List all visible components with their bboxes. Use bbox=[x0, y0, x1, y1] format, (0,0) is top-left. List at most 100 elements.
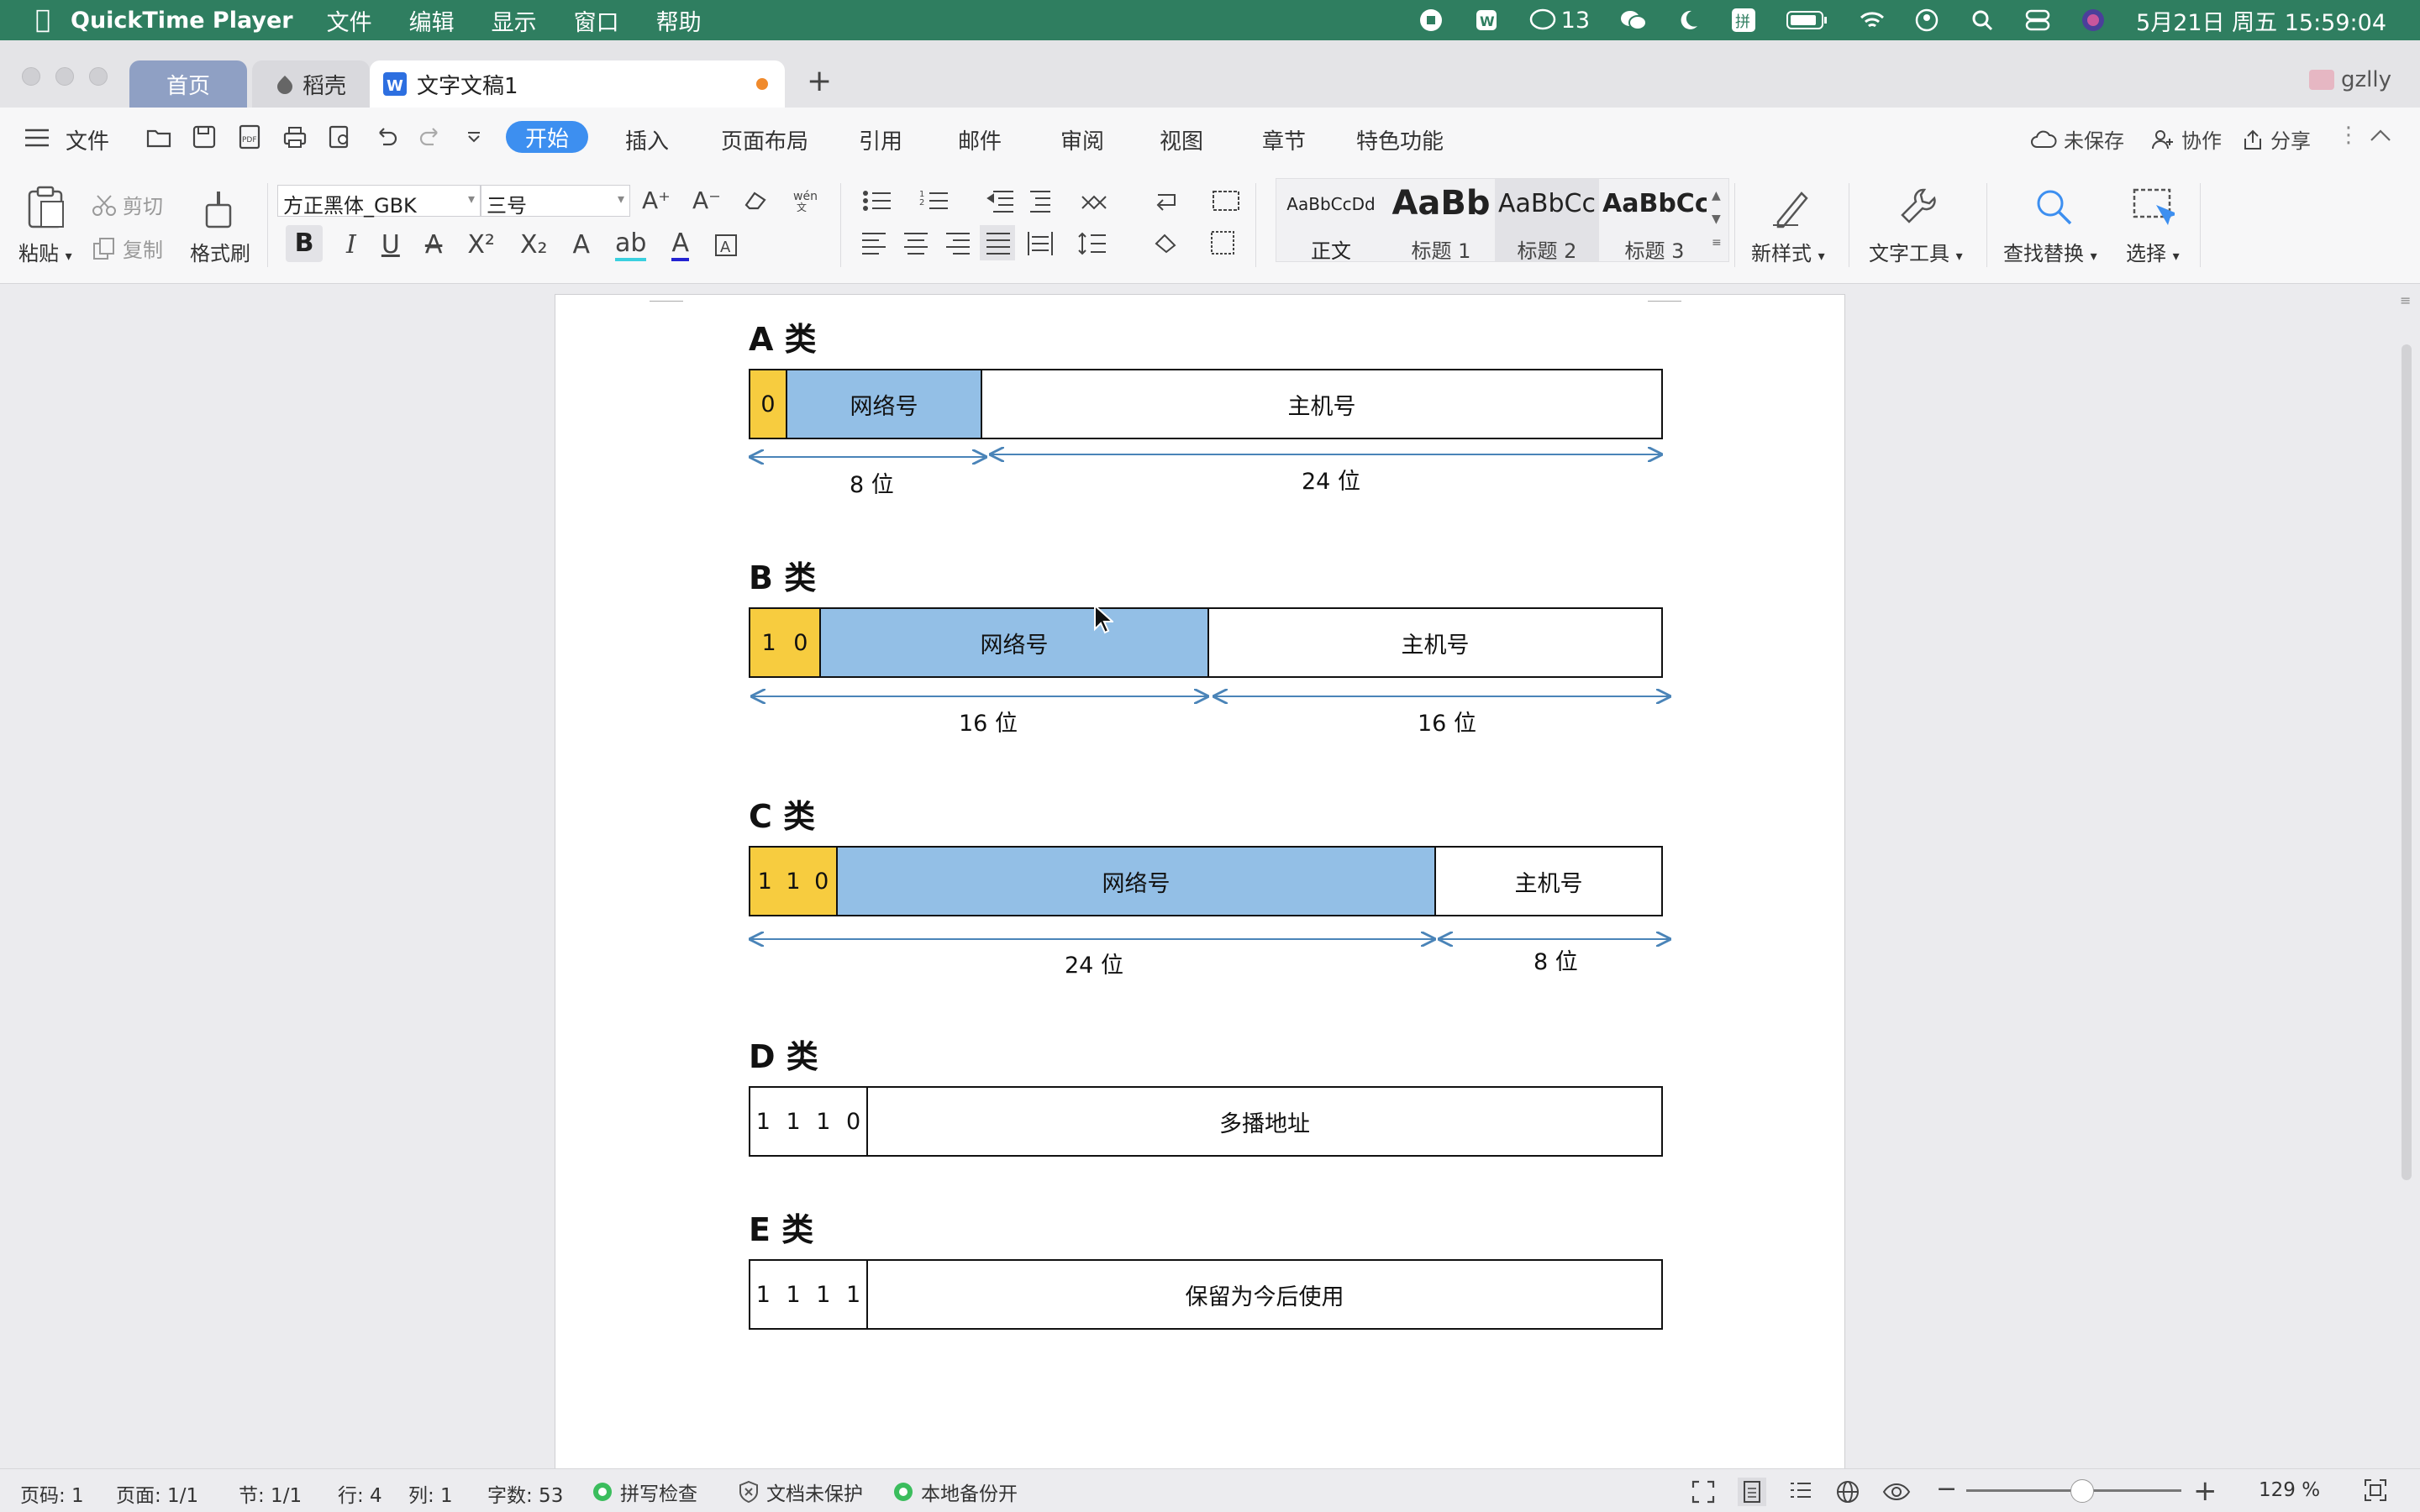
tab-chapter[interactable]: 章节 bbox=[1262, 124, 1306, 155]
tab-mailings[interactable]: 邮件 bbox=[958, 124, 1002, 155]
phonetic-guide-icon[interactable]: wén文 bbox=[792, 186, 825, 212]
select-button[interactable]: 选择 ▾ bbox=[2126, 237, 2180, 266]
menu-help[interactable]: 帮助 bbox=[656, 4, 702, 37]
increase-indent-icon[interactable] bbox=[1030, 191, 1050, 213]
italic-icon[interactable]: I bbox=[346, 230, 356, 260]
underline-icon[interactable]: U bbox=[381, 230, 400, 260]
tab-insert[interactable]: 插入 bbox=[625, 124, 669, 155]
table-icon[interactable] bbox=[1213, 191, 1239, 211]
apple-icon[interactable]:  bbox=[35, 5, 50, 34]
wrench-icon[interactable] bbox=[1899, 186, 1938, 230]
undo-icon[interactable] bbox=[373, 124, 398, 150]
minimize-window-button[interactable] bbox=[55, 67, 74, 86]
grow-font-icon[interactable]: A⁺ bbox=[642, 186, 671, 214]
borders-icon[interactable] bbox=[1211, 231, 1234, 255]
unsaved-status-button[interactable]: 未保存 bbox=[2030, 124, 2124, 154]
export-pdf-icon[interactable]: PDF bbox=[237, 124, 262, 150]
file-menu[interactable]: 文件 bbox=[66, 124, 109, 155]
style-normal-preview[interactable]: AaBbCcDd bbox=[1278, 194, 1384, 214]
wechat-icon[interactable] bbox=[1620, 8, 1646, 33]
status-word-count[interactable]: 字数: 53 bbox=[487, 1479, 563, 1508]
input-method-icon[interactable]: 拼 bbox=[1731, 8, 1756, 33]
style-heading1-preview[interactable]: AaBb bbox=[1389, 184, 1493, 223]
align-left-icon[interactable] bbox=[862, 233, 886, 255]
more-options-icon[interactable]: ⋮ bbox=[2338, 123, 2360, 148]
status-row[interactable]: 行: 4 bbox=[338, 1479, 382, 1508]
tab-home[interactable]: 首页 bbox=[129, 60, 247, 108]
font-family-select[interactable]: 方正黑体_GBK ▾ bbox=[277, 185, 481, 218]
format-painter-button[interactable]: 格式刷 bbox=[190, 237, 250, 266]
style-heading2-preview[interactable]: AaBbCc bbox=[1495, 189, 1599, 223]
menu-file[interactable]: 文件 bbox=[327, 4, 372, 37]
fullscreen-icon[interactable] bbox=[1691, 1479, 1716, 1504]
tab-view[interactable]: 视图 bbox=[1160, 124, 1203, 155]
user-account[interactable]: gzlly bbox=[2309, 67, 2391, 92]
print-icon[interactable] bbox=[282, 124, 308, 150]
font-color-icon[interactable]: A bbox=[671, 228, 690, 261]
zoom-window-button[interactable] bbox=[89, 67, 108, 86]
line-spacing-icon[interactable] bbox=[1078, 232, 1106, 255]
text-effects-icon[interactable]: A bbox=[573, 230, 591, 260]
user-icon[interactable] bbox=[1914, 8, 1939, 33]
character-shading-icon[interactable]: A bbox=[714, 234, 738, 257]
select-icon[interactable] bbox=[2133, 186, 2179, 230]
text-direction-icon[interactable] bbox=[1081, 195, 1107, 210]
zoom-out-button[interactable]: − bbox=[1936, 1477, 1957, 1502]
tab-page-layout[interactable]: 页面布局 bbox=[721, 124, 808, 155]
shading-icon[interactable] bbox=[1155, 234, 1176, 254]
distributed-icon[interactable] bbox=[1028, 232, 1053, 255]
tab-special-features[interactable]: 特色功能 bbox=[1356, 124, 1444, 155]
open-folder-icon[interactable] bbox=[146, 124, 171, 150]
page-view-icon[interactable] bbox=[1738, 1478, 1766, 1506]
paste-button[interactable]: 粘贴 ▾ bbox=[18, 237, 72, 266]
local-backup-button[interactable]: 本地备份开 bbox=[892, 1478, 1018, 1506]
style-heading1-name[interactable]: 标题 1 bbox=[1389, 234, 1493, 264]
style-heading3-name[interactable]: 标题 3 bbox=[1602, 234, 1707, 264]
share-button[interactable]: 分享 bbox=[2242, 124, 2311, 154]
paste-icon[interactable] bbox=[27, 185, 66, 232]
collapse-ribbon-icon[interactable] bbox=[2370, 128, 2391, 146]
siri-icon[interactable] bbox=[2081, 8, 2106, 33]
collaborate-button[interactable]: 协作 bbox=[2151, 124, 2222, 154]
fit-window-icon[interactable] bbox=[2363, 1478, 2388, 1503]
status-column[interactable]: 列: 1 bbox=[408, 1479, 453, 1508]
cut-button[interactable]: 剪切 bbox=[92, 190, 163, 219]
messages-status[interactable]: 13 bbox=[1529, 8, 1590, 34]
hamburger-menu-icon[interactable] bbox=[25, 128, 49, 151]
align-right-icon[interactable] bbox=[946, 233, 970, 255]
outline-view-icon[interactable] bbox=[1788, 1479, 1813, 1504]
print-preview-icon[interactable] bbox=[328, 124, 353, 150]
battery-icon[interactable] bbox=[1786, 8, 1828, 33]
bullets-icon[interactable] bbox=[863, 191, 891, 211]
new-tab-button[interactable]: + bbox=[807, 64, 832, 98]
style-heading3-preview[interactable]: AaBbCc bbox=[1602, 189, 1707, 223]
document-protection-button[interactable]: 文档未保护 bbox=[738, 1478, 863, 1506]
styles-scroll-icon[interactable]: ▲ ▼ ≡ bbox=[1712, 184, 1722, 255]
highlight-color-icon[interactable]: ab bbox=[615, 228, 647, 261]
new-style-button[interactable]: 新样式 ▾ bbox=[1751, 237, 1825, 266]
style-heading2-name[interactable]: 标题 2 bbox=[1495, 234, 1599, 264]
status-page-number[interactable]: 页码: 1 bbox=[20, 1479, 84, 1508]
numbering-icon[interactable]: 12 bbox=[919, 190, 948, 209]
customize-toolbar-icon[interactable] bbox=[464, 124, 484, 150]
tab-document[interactable]: W 文字文稿1 bbox=[370, 60, 785, 108]
zoom-level[interactable]: 129 % bbox=[2259, 1479, 2320, 1501]
tab-review[interactable]: 审阅 bbox=[1060, 124, 1104, 155]
stop-record-icon[interactable] bbox=[1418, 8, 1444, 33]
tab-references[interactable]: 引用 bbox=[859, 124, 902, 155]
tab-docer[interactable]: 稻壳 bbox=[252, 60, 370, 108]
format-painter-icon[interactable] bbox=[202, 186, 235, 234]
bold-button[interactable]: B bbox=[286, 225, 323, 262]
superscript-icon[interactable]: X² bbox=[467, 230, 495, 260]
clear-format-icon[interactable] bbox=[743, 186, 770, 212]
zoom-slider-thumb[interactable] bbox=[2070, 1479, 2094, 1503]
menu-window[interactable]: 窗口 bbox=[574, 4, 619, 37]
wifi-icon[interactable] bbox=[1859, 8, 1885, 33]
font-size-select[interactable]: 三号 ▾ bbox=[481, 185, 630, 218]
tab-start[interactable]: 开始 bbox=[506, 121, 588, 153]
find-icon[interactable] bbox=[2033, 186, 2074, 230]
menu-edit[interactable]: 编辑 bbox=[409, 4, 455, 37]
text-tools-button[interactable]: 文字工具 ▾ bbox=[1869, 237, 1963, 266]
status-pages[interactable]: 页面: 1/1 bbox=[116, 1479, 198, 1508]
strikethrough-icon[interactable]: A bbox=[425, 230, 443, 260]
